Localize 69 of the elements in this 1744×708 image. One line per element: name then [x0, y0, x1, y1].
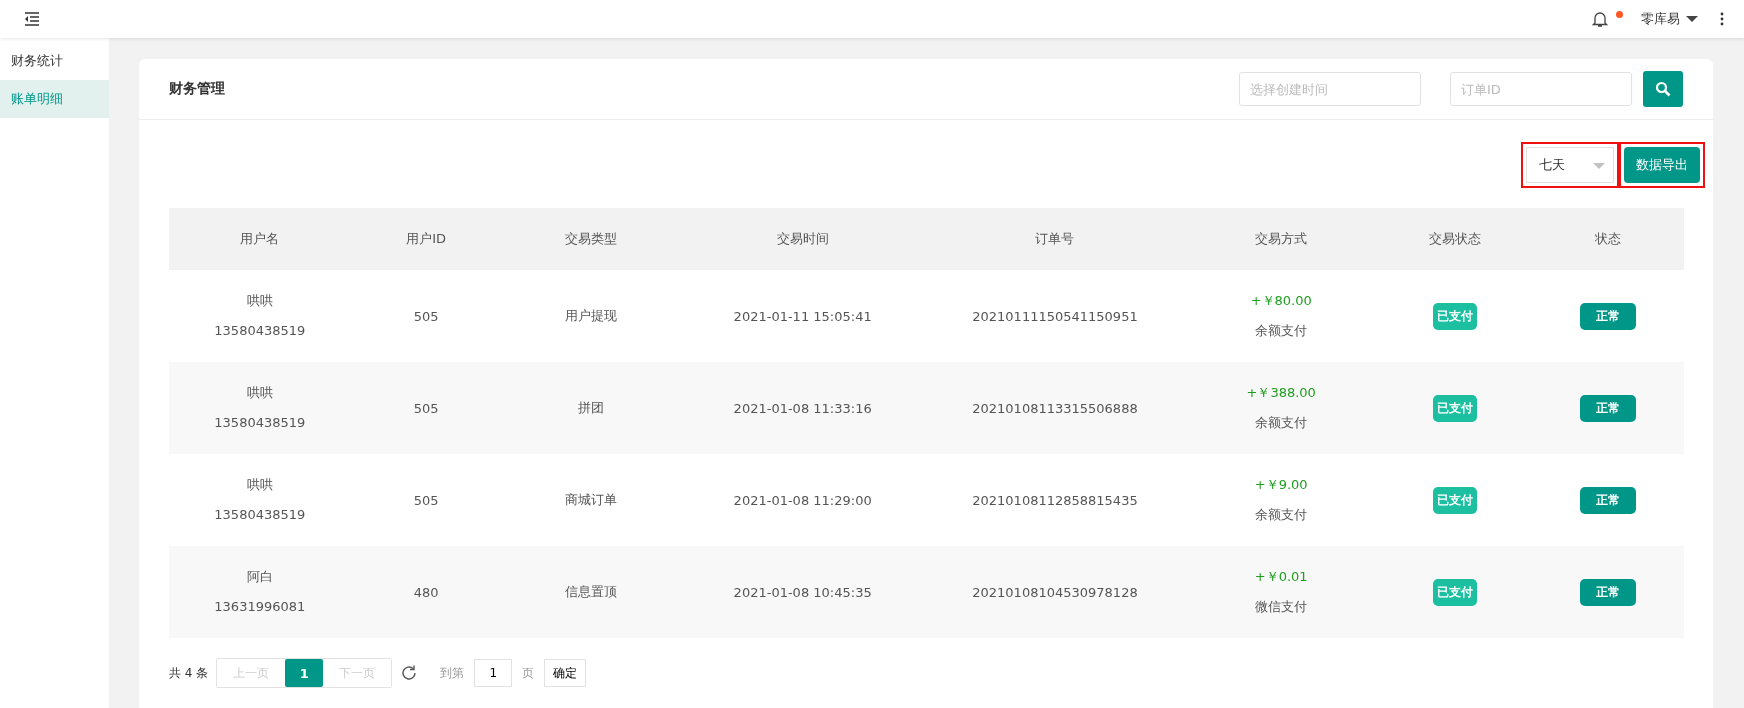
page-number-field[interactable]: 1 — [474, 659, 513, 687]
table-cell-text: 20210108112858815435 — [971, 492, 1139, 508]
confirm-button[interactable]: 确定 — [544, 659, 587, 687]
phone-number: 13631996081 — [213, 598, 307, 616]
table-cell-text: 2021-01-08 11:29:00 — [732, 492, 873, 508]
refresh-icon[interactable] — [400, 664, 419, 682]
status-badge: 正常 — [1579, 578, 1636, 606]
phone-number: 13580438519 — [213, 414, 307, 432]
bell-icon[interactable] — [1592, 10, 1608, 28]
amount: +￥388.00 — [1245, 384, 1317, 402]
status-badge: 正常 — [1579, 486, 1636, 514]
status-badge: 正常 — [1579, 394, 1636, 422]
total-count: 共 4 条 — [169, 664, 209, 682]
amount: +￥9.00 — [1253, 476, 1309, 494]
column-header: 状态 — [1531, 208, 1684, 270]
column-header: 用户名 — [169, 208, 351, 270]
date-field[interactable]: 选择创建时间 — [1239, 72, 1421, 106]
export-button[interactable]: 数据导出 — [1624, 147, 1700, 183]
table-cell-text: 20210108113315506888 — [971, 400, 1139, 416]
user-name: 阿白 — [245, 568, 274, 586]
more-icon[interactable] — [1720, 12, 1724, 26]
amount: +￥80.00 — [1249, 292, 1313, 310]
amount: +￥0.01 — [1253, 568, 1309, 586]
status-badge: 已支付 — [1432, 302, 1477, 330]
status-badge: 正常 — [1579, 302, 1636, 330]
search-icon — [1655, 81, 1671, 97]
caret-icon — [1686, 16, 1698, 22]
status-badge: 已支付 — [1432, 486, 1477, 514]
payment-method: 余额支付 — [1254, 506, 1309, 524]
table-cell-text: 505 — [412, 400, 440, 416]
table-cell-text: 480 — [412, 584, 440, 600]
payment-method: 余额支付 — [1254, 414, 1309, 432]
phone-number: 13580438519 — [213, 506, 307, 524]
menu-collapse-icon[interactable] — [24, 12, 40, 26]
page-button[interactable]: 1 — [285, 659, 324, 687]
search-button[interactable] — [1643, 71, 1683, 107]
table-cell-text: 2021-01-11 15:05:41 — [732, 308, 873, 324]
table-cell-text: 20210108104530978128 — [971, 584, 1139, 600]
table-cell-text: 用户提现 — [563, 307, 618, 325]
user-name: 哄哄 — [245, 292, 274, 310]
payment-method: 微信支付 — [1254, 598, 1309, 616]
table-cell-text: 信息置顶 — [563, 583, 618, 601]
user-name: 哄哄 — [245, 384, 274, 402]
column-header: 交易方式 — [1184, 208, 1378, 270]
table-cell-text: 2021-01-08 10:45:35 — [732, 584, 873, 600]
table-cell-text: 2021-01-08 11:33:16 — [732, 400, 873, 416]
goto-label: 到第 — [440, 664, 465, 682]
user-menu[interactable]: 零库易 — [1641, 10, 1680, 28]
status-badge: 已支付 — [1432, 394, 1477, 422]
table-cell-text: 505 — [412, 308, 440, 324]
order-id-field[interactable]: 订单ID — [1450, 72, 1632, 106]
caret-icon — [1593, 163, 1605, 169]
user-name: 哄哄 — [245, 476, 274, 494]
column-header: 交易状态 — [1377, 208, 1532, 270]
column-header: 订单号 — [925, 208, 1185, 270]
status-badge: 已支付 — [1432, 578, 1477, 606]
table-cell-text: 20210111150541150951 — [971, 308, 1139, 324]
page-title: 财务管理 — [169, 80, 225, 98]
payment-method: 余额支付 — [1254, 322, 1309, 340]
column-header: 用户ID — [350, 208, 502, 270]
table-cell-text: 商城订单 — [563, 491, 618, 509]
phone-number: 13580438519 — [213, 322, 307, 340]
column-header: 交易类型 — [501, 208, 681, 270]
period-select[interactable]: 七天 — [1526, 147, 1614, 183]
sidebar-item[interactable]: 财务统计 — [0, 42, 109, 80]
column-header: 交易时间 — [680, 208, 926, 270]
page-label: 页 — [522, 664, 535, 682]
table-cell-text: 拼团 — [576, 399, 605, 417]
table-cell-text: 505 — [412, 492, 440, 508]
